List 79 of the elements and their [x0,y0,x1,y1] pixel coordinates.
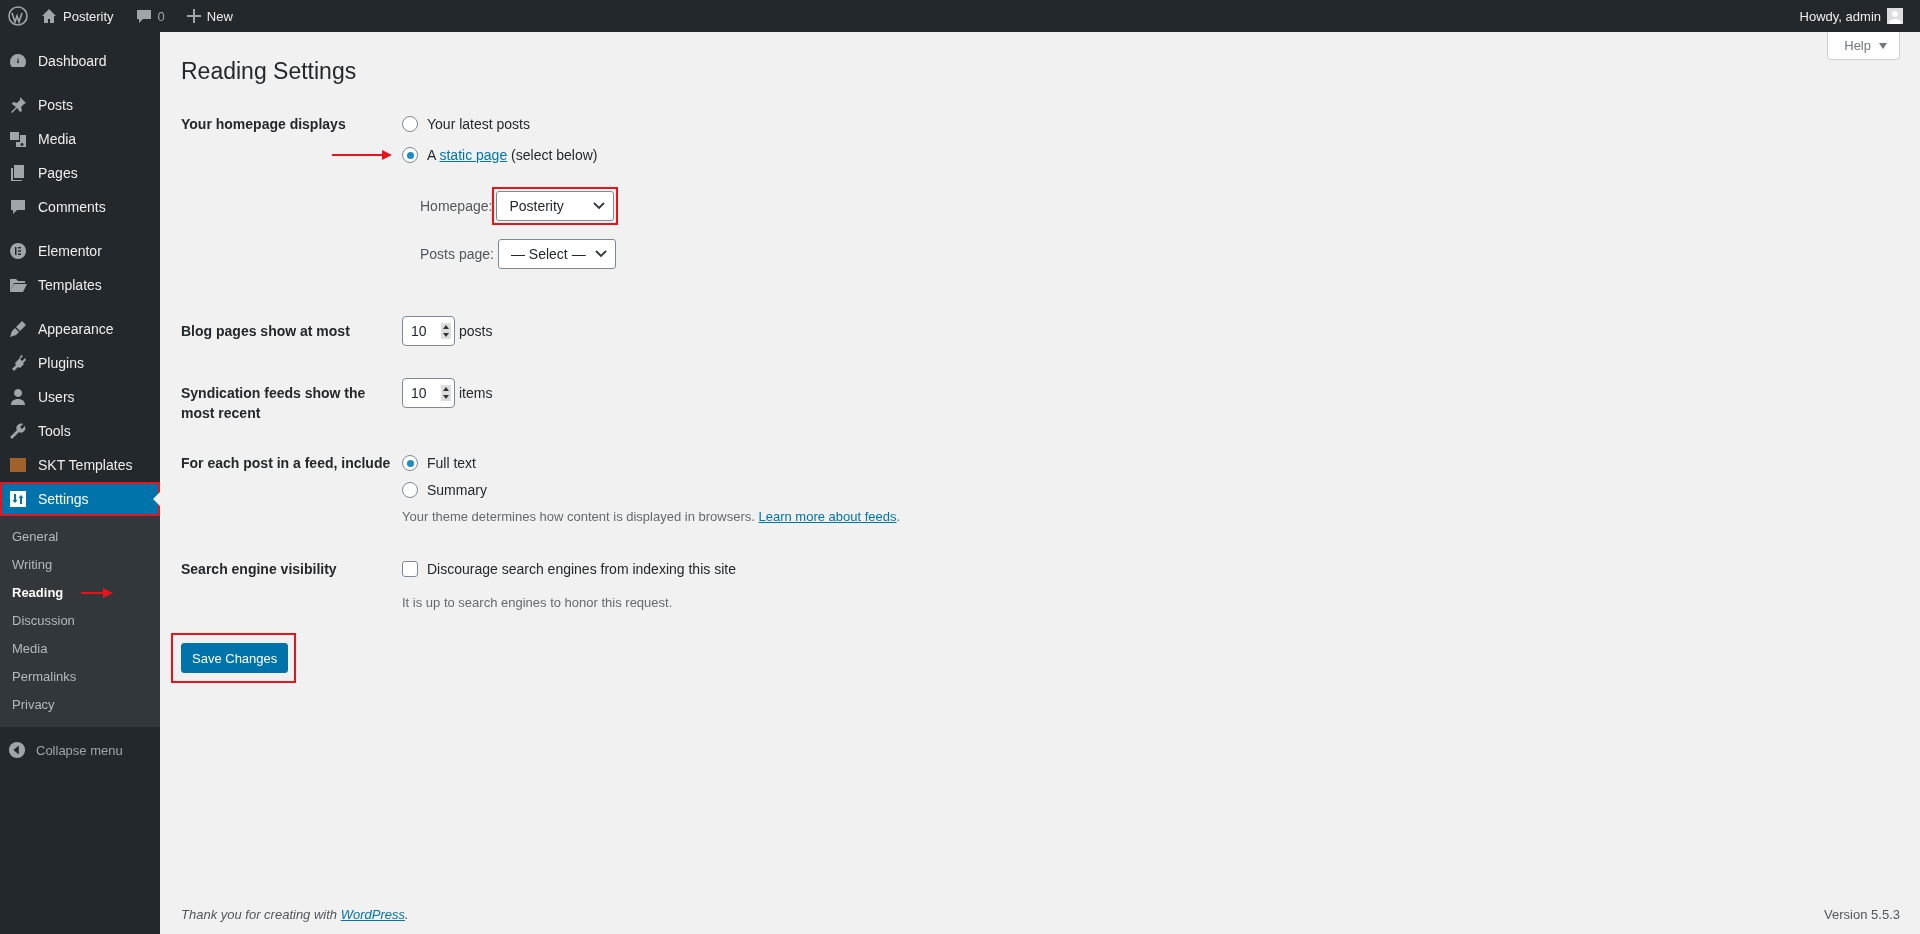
chevron-down-icon [593,202,606,210]
chevron-down-icon [594,250,607,258]
radio-label: Your latest posts [427,115,530,134]
collapse-icon [8,741,26,759]
page-select[interactable]: Posterity [496,191,615,221]
unit-label: posts [459,322,493,341]
submenu-item[interactable]: Privacy [0,691,67,719]
radio-button[interactable] [402,455,418,471]
footer-text: Thank you for creating with WordPress. [181,907,409,922]
media-icon [8,129,28,149]
number-input[interactable]: 10 [402,378,455,408]
unit-label: items [459,384,493,403]
brush-icon [8,319,28,339]
wordpress-link[interactable]: WordPress [340,907,405,922]
field-label: Blog pages show at most [181,322,350,341]
skt-logo-icon [8,455,28,475]
number-input[interactable]: 10 [402,316,455,346]
annotation-arrow [81,588,114,598]
sidebar-item[interactable]: Appearance [0,312,160,346]
sidebar-item[interactable]: Media [0,122,160,156]
select-label: Homepage: [420,197,493,216]
comment-icon [135,8,152,24]
sidebar-item[interactable]: SKT Templates [0,448,160,482]
sidebar-item[interactable]: Dashboard [0,44,160,78]
collapse-menu-button[interactable]: Collapse menu [0,733,160,767]
submenu-item[interactable]: Permalinks [0,663,89,691]
description-text: It is up to search engines to honor this request. [402,594,674,612]
checkbox[interactable] [402,561,418,577]
settings-icon [8,489,28,509]
save-changes-button[interactable]: Save Changes [181,643,289,673]
annotation-arrow [332,150,392,160]
description-text: Your theme determines how content is displayed in browsers. Learn more about feeds. [402,508,902,526]
sidebar-item[interactable]: Users [0,380,160,414]
site-name-link[interactable]: Posterity [32,8,123,24]
spinner-icon [441,323,451,339]
submenu-item[interactable]: Reading [0,579,76,607]
help-button[interactable]: Help [1827,32,1900,60]
sidebar-item[interactable]: Comments [0,190,160,224]
radio-button[interactable] [402,482,418,498]
radio-label: Summary [427,481,487,500]
radio-label: A static page (select below) [427,146,598,165]
sidebar-item[interactable]: Templates [0,268,160,302]
home-icon [41,8,57,24]
comment-icon [8,197,28,217]
field-label: Syndication feeds show the most recent [181,384,366,423]
field-label: Your homepage displays [181,115,346,134]
radio-label: Full text [427,454,476,473]
page-title: Reading Settings [181,57,358,86]
wrench-icon [8,421,28,441]
spinner-icon [441,385,451,401]
static-page-link[interactable]: static page [439,147,508,163]
sidebar-item[interactable]: Tools [0,414,160,448]
new-content-link[interactable]: New [177,8,242,24]
dropdown-triangle-icon [1879,42,1887,49]
version-text: Version 5.5.3 [1824,907,1900,922]
plus-icon [186,9,201,23]
field-label: Search engine visibility [181,560,337,579]
submenu-item[interactable]: Media [0,635,60,663]
select-label: Posts page: [420,245,494,264]
submenu-item[interactable]: General [0,523,71,551]
sidebar-item[interactable]: Posts [0,88,160,122]
sidebar-item[interactable]: Pages [0,156,160,190]
avatar-icon [1887,8,1903,24]
elementor-icon [8,241,28,261]
wordpress-logo-icon[interactable] [8,6,28,26]
checkbox-label: Discourage search engines from indexing this site [427,560,736,579]
sidebar-item[interactable]: Plugins [0,346,160,380]
submenu-item[interactable]: Discussion [0,607,87,635]
learn-more-link[interactable]: Learn more about feeds [758,509,897,524]
field-label: For each post in a feed, include [181,454,391,473]
page-select[interactable]: — Select — [497,239,616,269]
sidebar-item[interactable]: Elementor [0,234,160,268]
submenu-item[interactable]: Writing [0,551,65,579]
radio-button[interactable] [402,147,418,163]
sidebar-item[interactable]: Settings [0,482,160,516]
user-icon [8,387,28,407]
radio-button[interactable] [402,116,418,132]
account-link[interactable]: Howdy, admin [1790,8,1912,24]
comments-link[interactable]: 0 [126,8,174,24]
